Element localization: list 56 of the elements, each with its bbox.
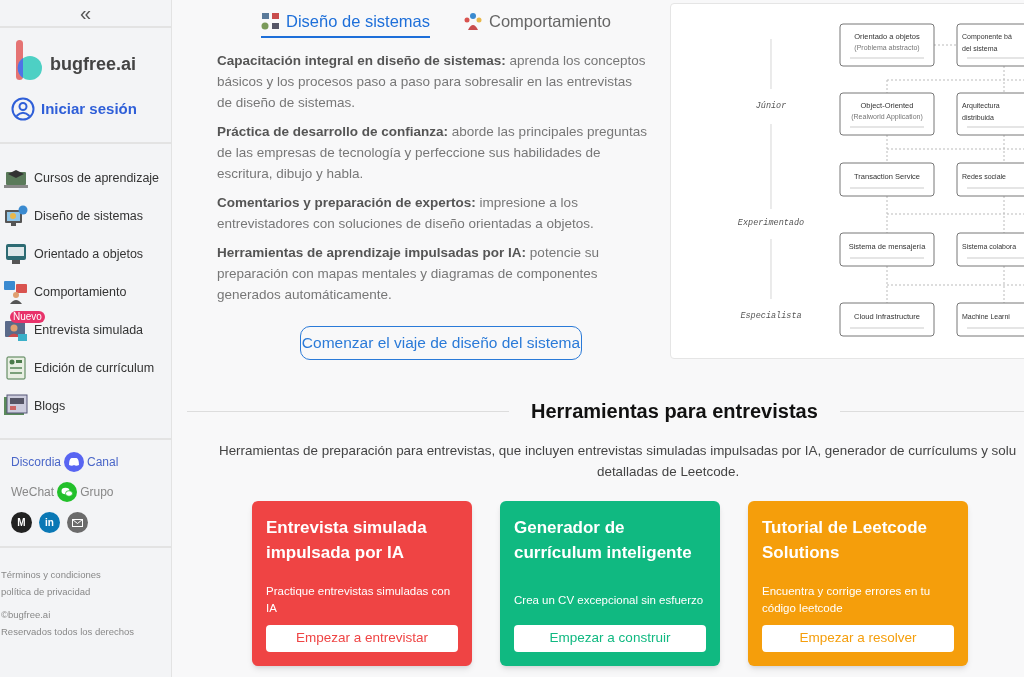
nav-item[interactable]: Comportamiento	[4, 280, 127, 304]
logo-icon	[14, 40, 42, 81]
nav-item[interactable]: Diseño de sistemas	[4, 204, 144, 228]
interview-monitor-icon	[4, 318, 28, 342]
user-icon	[11, 97, 35, 121]
group-link[interactable]: Grupo	[80, 483, 114, 501]
footer-text: Reservados todos los derechos	[1, 625, 136, 639]
section-description: Herramientas de preparación para entrevistas, que incluyen entrevistas simuladas impulsadas por IA, generador de currículums y solu	[218, 442, 1018, 460]
connector-line	[933, 44, 958, 46]
people-chat-icon	[4, 280, 28, 304]
level-label: Especialista	[740, 311, 802, 321]
team-icon	[464, 11, 483, 31]
nav-item[interactable]: Orientado a objetos	[4, 242, 144, 266]
level-label: Experimentado	[737, 218, 805, 228]
start-button[interactable]: Comenzar el viaje de diseño del sistema	[299, 325, 583, 360]
footer-link[interactable]: Términos y condiciones	[1, 566, 171, 583]
community-link[interactable]: WeChat	[11, 483, 55, 501]
section-title: Herramientas para entrevistas	[530, 399, 819, 424]
feature-paragraph: Herramientas de aprendizaje impulsadas por IA: potencie su preparación con mapas mentales y diagramas de componentes generados automáticamente.	[217, 243, 600, 304]
mail-button[interactable]	[67, 512, 88, 533]
new-badge: Nuevo	[10, 311, 45, 323]
brand-name: bugfree.ai	[50, 53, 137, 76]
chat-bubble-icon	[64, 452, 84, 472]
feature-paragraph: Capacitación integral en diseño de sistemas: aprenda los conceptos básicos y los procesos paso a paso para sobresalir en las entrevistas de diseño de sistemas.	[217, 51, 647, 112]
collapse-button[interactable]: «	[79, 3, 92, 23]
card-text: Crea un CV excepcional sin esfuerzo	[514, 592, 705, 608]
wechat-icon	[57, 482, 78, 502]
footer-text: ©bugfree.ai	[1, 608, 52, 622]
card-title: Generador de currículum inteligente	[514, 517, 693, 564]
section-description: detalladas de Leetcode.	[596, 463, 741, 481]
group-link[interactable]: Canal	[87, 453, 119, 471]
feature-paragraph: Práctica de desarrollo de confianza: aborde las principales preguntas de las empresas de tecnología y perfeccione sus habilidades de escritura, dibujo y habla.	[217, 122, 648, 183]
level-label: Júnior	[755, 101, 787, 111]
social-link[interactable]: M	[11, 512, 32, 533]
card-title: Entrevista simulada impulsada por IA	[266, 517, 428, 564]
nav-item[interactable]: Blogs	[4, 394, 66, 418]
community-link[interactable]: Discordia	[11, 453, 61, 471]
blog-icon	[4, 394, 28, 418]
social-link[interactable]: in	[39, 512, 60, 533]
card-button[interactable]: Empezar a entrevistar	[266, 625, 458, 652]
card-title: Tutorial de Leetcode Solutions	[762, 517, 928, 564]
tab[interactable]: Comportamiento	[464, 9, 611, 38]
card-text: Practique entrevistas simuladas con IA	[266, 584, 452, 616]
login-link[interactable]: Iniciar sesión	[11, 97, 137, 121]
nav-item[interactable]: Cursos de aprendizaje	[4, 166, 160, 190]
card-button[interactable]: Empezar a construir	[514, 625, 706, 652]
card-text: Encuentra y corrige errores en tu código leetcode	[762, 584, 932, 616]
monitor-gear-icon	[4, 204, 28, 228]
nav-item[interactable]: Edición de currículum	[4, 356, 155, 380]
tab[interactable]: Diseño de sistemas	[261, 9, 430, 38]
code-monitor-icon	[4, 242, 28, 266]
footer-link[interactable]: política de privacidad	[1, 583, 171, 600]
mail-icon	[72, 518, 83, 527]
resume-icon	[4, 356, 28, 380]
feature-paragraph: Comentarios y preparación de expertos: impresione a los entrevistadores con soluciones de diseño orientadas a objetos.	[217, 193, 595, 233]
diagram-icon	[261, 11, 280, 31]
